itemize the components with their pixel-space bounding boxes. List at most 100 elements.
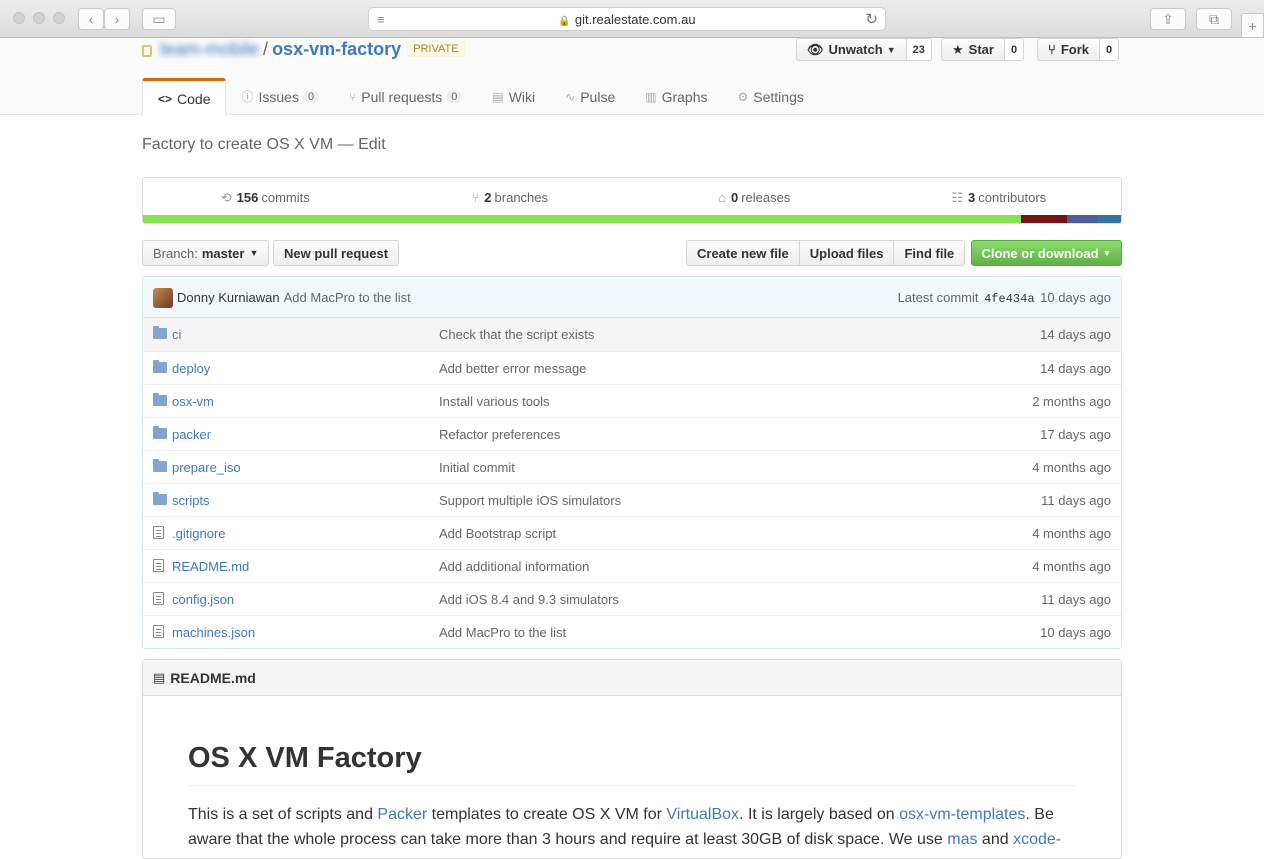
- forks-count[interactable]: 0: [1099, 38, 1120, 61]
- file-commit-message-link[interactable]: Add MacPro to the list: [439, 625, 566, 640]
- clone-or-download-button[interactable]: Clone or download ▼: [971, 240, 1122, 266]
- commit-message-link[interactable]: Add MacPro to the list: [284, 290, 411, 305]
- language-bar[interactable]: [143, 215, 1121, 223]
- issue-icon: ⓘ: [241, 90, 254, 104]
- zoom-window-button[interactable]: [53, 12, 65, 24]
- commit-sha-link[interactable]: 4fe434a: [984, 292, 1034, 306]
- address-bar[interactable]: ≡ 🔒 git.realestate.com.au ↻: [368, 7, 886, 31]
- caret-down-icon: ▼: [249, 248, 259, 258]
- repo-owner-link[interactable]: team-mobile: [160, 39, 259, 60]
- file-name-link[interactable]: ci: [172, 327, 181, 342]
- releases-link[interactable]: ⌂ 0 releases: [632, 178, 877, 217]
- file-commit-message-link[interactable]: Refactor preferences: [439, 427, 560, 442]
- commit-age: 10 days ago: [1040, 290, 1111, 305]
- tab-pulse[interactable]: ∿ Pulse: [550, 78, 630, 115]
- new-pull-request-button[interactable]: New pull request: [273, 240, 400, 266]
- table-row: scripts Support multiple iOS simulators 11…: [143, 483, 1121, 516]
- table-row: osx-vm Install various tools 2 months ago: [143, 384, 1121, 417]
- readme-text-2: templates to create OS X VM for: [427, 806, 667, 823]
- file-age: 2 months ago: [1032, 394, 1111, 409]
- file-commit-message-link[interactable]: Add iOS 8.4 and 9.3 simulators: [439, 592, 619, 607]
- forward-button[interactable]: ›: [104, 8, 130, 30]
- contributors-link[interactable]: ☷ 3 contributors: [877, 178, 1122, 217]
- star-button[interactable]: ★ Star: [941, 38, 1005, 61]
- osx-vm-templates-link[interactable]: osx-vm-templates: [899, 806, 1025, 823]
- branch-select-button[interactable]: Branch: master ▼: [142, 240, 270, 266]
- sidebar-icon: ▭: [152, 10, 166, 27]
- file-commit-message-link[interactable]: Add better error message: [439, 361, 586, 376]
- file-icon: [153, 592, 164, 606]
- commits-link[interactable]: ⟲ 156 commits: [143, 178, 388, 217]
- avatar[interactable]: [153, 288, 173, 308]
- language-segment[interactable]: [1096, 215, 1121, 223]
- reload-icon[interactable]: ↻: [865, 10, 878, 28]
- caret-down-icon: ▼: [886, 44, 896, 55]
- xcode-link[interactable]: xcode-: [1013, 831, 1061, 848]
- latest-commit-label: Latest commit: [897, 290, 979, 305]
- tab-code[interactable]: <> Code: [142, 78, 227, 116]
- fork-button[interactable]: ⑂ Fork: [1037, 38, 1100, 61]
- language-segment[interactable]: [1021, 215, 1068, 223]
- file-name-link[interactable]: osx-vm: [172, 394, 214, 409]
- contributors-count: 3: [968, 190, 976, 205]
- readme-text-3: . It is largely based on: [739, 806, 900, 823]
- file-commit-message-link[interactable]: Install various tools: [439, 394, 550, 409]
- numbers-summary: ⟲ 156 commits ⑂ 2 branches ⌂ 0 releases ☷ 3 cont…: [142, 177, 1122, 224]
- tag-icon: ⌂: [718, 190, 726, 205]
- tab-wiki[interactable]: ▤ Wiki: [477, 78, 550, 115]
- file-list: Donny Kurniawan Add MacPro to the list La…: [142, 276, 1122, 649]
- watchers-count[interactable]: 23: [906, 38, 932, 61]
- file-actions-group: Create new file Upload files Find file: [686, 240, 966, 266]
- description-dash: —: [337, 136, 354, 153]
- file-name-link[interactable]: README.md: [172, 559, 249, 574]
- file-name-link[interactable]: deploy: [172, 361, 210, 376]
- lock-icon: [142, 45, 152, 57]
- repo-name-link[interactable]: osx-vm-factory: [272, 39, 401, 60]
- stargazers-count[interactable]: 0: [1004, 38, 1025, 61]
- file-commit-message-link[interactable]: Add Bootstrap script: [439, 526, 556, 541]
- share-button[interactable]: ⇪: [1150, 8, 1186, 30]
- repo-title: team-mobile / osx-vm-factory PRIVATE: [142, 38, 465, 60]
- close-window-button[interactable]: [13, 12, 25, 24]
- edit-description-link[interactable]: Edit: [358, 136, 386, 153]
- tab-pull-requests[interactable]: ⑂ Pull requests 0: [334, 78, 477, 115]
- file-age: 11 days ago: [1041, 493, 1111, 508]
- tab-graphs[interactable]: ▥ Graphs: [630, 78, 722, 115]
- issues-counter: 0: [302, 90, 320, 103]
- file-commit-message-link[interactable]: Support multiple iOS simulators: [439, 493, 621, 508]
- folder-icon: [153, 393, 167, 406]
- tab-issues[interactable]: ⓘ Issues 0: [226, 78, 334, 115]
- tab-settings[interactable]: ⚙ Settings: [723, 78, 819, 115]
- file-name-link[interactable]: scripts: [172, 493, 210, 508]
- table-row: ci Check that the script exists 14 days ag…: [143, 318, 1121, 351]
- file-commit-message-link[interactable]: Add additional information: [439, 559, 589, 574]
- minimize-window-button[interactable]: [33, 12, 45, 24]
- file-name-link[interactable]: config.json: [172, 592, 234, 607]
- file-name-link[interactable]: packer: [172, 427, 211, 442]
- path-separator: /: [263, 38, 269, 59]
- back-button[interactable]: ‹: [78, 8, 104, 30]
- file-navigation: Branch: master ▼ New pull request Create n…: [142, 240, 1122, 266]
- create-new-file-button[interactable]: Create new file: [686, 240, 800, 266]
- file-name-link[interactable]: prepare_iso: [172, 460, 241, 475]
- mas-link[interactable]: mas: [947, 831, 977, 848]
- packer-link[interactable]: Packer: [377, 806, 427, 823]
- unwatch-button[interactable]: 👁 Unwatch ▼: [796, 38, 907, 61]
- file-name-link[interactable]: .gitignore: [172, 526, 225, 541]
- branches-link[interactable]: ⑂ 2 branches: [388, 178, 633, 217]
- find-file-button[interactable]: Find file: [893, 240, 966, 266]
- new-tab-button[interactable]: +: [1241, 13, 1264, 38]
- file-name-link[interactable]: machines.json: [172, 625, 255, 640]
- table-row: packer Refactor preferences 17 days ago: [143, 417, 1121, 450]
- tab-settings-label: Settings: [753, 88, 804, 105]
- sidebar-button[interactable]: ▭: [142, 8, 176, 30]
- file-commit-message-link[interactable]: Initial commit: [439, 460, 515, 475]
- commit-author-link[interactable]: Donny Kurniawan: [177, 290, 280, 305]
- graph-icon: ▥: [645, 89, 657, 104]
- tabs-overview-button[interactable]: ⧉: [1196, 8, 1232, 30]
- language-segment[interactable]: [1067, 215, 1097, 223]
- file-commit-message-link[interactable]: Check that the script exists: [439, 327, 594, 342]
- language-segment[interactable]: [143, 215, 1022, 223]
- upload-files-button[interactable]: Upload files: [798, 240, 895, 266]
- virtualbox-link[interactable]: VirtualBox: [666, 806, 739, 823]
